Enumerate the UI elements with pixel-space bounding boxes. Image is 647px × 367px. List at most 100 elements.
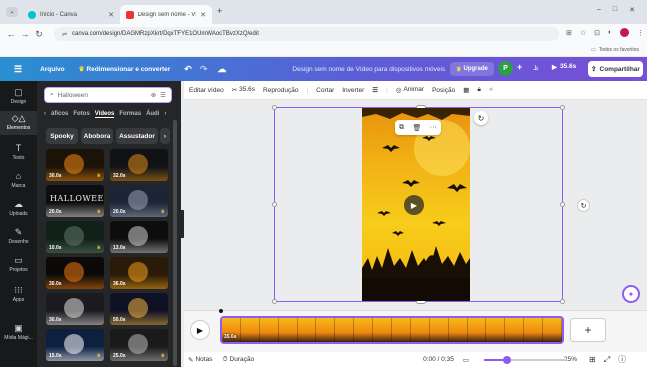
timeline-play-button[interactable]: ▶ xyxy=(190,320,210,340)
help-icon[interactable]: ⓘ xyxy=(618,354,626,365)
menu-icon[interactable]: ☰ xyxy=(14,64,22,75)
video-thumbnail[interactable]: 50.0s xyxy=(110,293,168,325)
url-field[interactable]: ⇌ canva.com/design/DAGMRzpXkrt/DqxTFYE1O… xyxy=(54,27,559,41)
rail-brand[interactable]: ⌂ Marca xyxy=(0,171,37,193)
close-icon[interactable]: ✕ xyxy=(108,11,114,19)
forward-arrow-icon[interactable]: → xyxy=(18,29,32,39)
trash-icon[interactable]: 🗑 xyxy=(413,124,422,132)
video-thumbnail[interactable]: 25.0s ♛ xyxy=(110,329,168,361)
reload-icon[interactable]: ↻ xyxy=(32,29,46,40)
upgrade-button[interactable]: ♛ Upgrade xyxy=(450,62,494,76)
user-avatar[interactable]: P xyxy=(498,61,513,76)
video-thumbnail[interactable]: 36.0s xyxy=(110,257,168,289)
redo-icon[interactable]: ↷ xyxy=(200,64,208,75)
rail-projects[interactable]: ▭ Projetos xyxy=(0,255,37,277)
tabs-next-icon[interactable]: › xyxy=(164,111,166,117)
playhead-marker[interactable] xyxy=(219,309,223,313)
tab-shapes[interactable]: Formas xyxy=(119,111,141,117)
resize-handle-tl[interactable] xyxy=(272,105,277,110)
playback-button[interactable]: Reprodução xyxy=(263,87,298,94)
chip-abobora[interactable]: Abobora xyxy=(81,128,113,144)
invite-button[interactable]: + xyxy=(517,62,522,72)
clear-icon[interactable]: ⊗ xyxy=(151,91,156,99)
resize-handle-r[interactable] xyxy=(560,202,565,207)
transparency-icon[interactable]: ▦ xyxy=(463,86,469,94)
chip-spooky[interactable]: Spooky xyxy=(46,128,78,144)
resize-handle-l[interactable] xyxy=(272,202,277,207)
back-arrow-icon[interactable]: ← xyxy=(4,29,18,39)
design-title[interactable]: Design sem nome de Vídeo para dispositiv… xyxy=(292,66,445,73)
duplicate-icon[interactable]: ⧉ xyxy=(399,124,404,132)
edit-video-button[interactable]: Editar vídeo xyxy=(189,87,224,94)
position-button[interactable]: Posição xyxy=(432,87,455,94)
rail-text[interactable]: T Texto xyxy=(0,143,37,165)
lock-icon[interactable]: 🔒︎ xyxy=(477,86,480,94)
tab-videos[interactable]: Vídeos xyxy=(94,111,115,118)
video-thumbnail[interactable]: 30.0s xyxy=(46,257,104,289)
screen-icon[interactable]: ▭ xyxy=(463,356,469,364)
trim-button[interactable]: ✂ 35.6s xyxy=(232,86,255,94)
video-thumbnail[interactable]: HALLOWEEN 20.0s ♛ xyxy=(46,185,104,217)
duration-button[interactable]: ⏱︎ Duração xyxy=(222,356,254,364)
video-clip-strip[interactable] xyxy=(220,316,564,344)
extensions-icon[interactable]: ⊡ xyxy=(594,29,600,37)
style-icon[interactable]: ⟡ xyxy=(489,86,493,94)
flip-button[interactable]: Inverter xyxy=(342,87,364,94)
video-thumbnail[interactable]: 30.0s ♛ xyxy=(46,149,104,181)
translate-icon[interactable]: ⊞ xyxy=(566,29,572,37)
fullscreen-icon[interactable]: ⤢ xyxy=(604,355,610,365)
resize-button[interactable]: Redimensionar e converter xyxy=(86,66,170,73)
notes-button[interactable]: ✎ Notas xyxy=(188,356,212,364)
crop-button[interactable]: Cortar xyxy=(316,87,334,94)
magic-assistant-button[interactable]: ✦ xyxy=(622,285,640,303)
close-icon[interactable]: ✕ xyxy=(200,11,206,19)
video-thumbnail[interactable]: 15.0s ♛ xyxy=(46,329,104,361)
profile-avatar[interactable] xyxy=(620,28,630,37)
rail-draw[interactable]: ✎ Desenho xyxy=(0,227,37,249)
resize-handle-bl[interactable] xyxy=(272,299,277,304)
rotate-handle[interactable]: ↻ xyxy=(474,111,488,125)
tab-audio[interactable]: Áudi xyxy=(146,111,159,117)
tab-inicio[interactable]: Início - Canva ✕ xyxy=(22,5,120,24)
resize-handle-br[interactable] xyxy=(560,299,565,304)
video-thumbnail[interactable]: 30.0s xyxy=(46,293,104,325)
tabs-prev-icon[interactable]: ‹ xyxy=(44,111,46,117)
site-info-icon[interactable]: ⇌ xyxy=(62,31,67,38)
file-menu[interactable]: Arquivo xyxy=(40,66,65,73)
add-page-button[interactable]: + xyxy=(570,318,606,342)
tab-search-button[interactable]: ⌄ xyxy=(6,7,18,17)
rail-elements[interactable]: ◇△ Elementos xyxy=(0,111,37,135)
border-style-icon[interactable]: ☰ xyxy=(372,86,378,94)
filter-icon[interactable]: ☰ xyxy=(160,91,166,99)
all-bookmarks-link[interactable]: Todos os favoritos xyxy=(599,47,639,53)
video-thumbnail[interactable]: 32.0s xyxy=(110,149,168,181)
analytics-icon[interactable]: ⫡ xyxy=(533,63,538,73)
more-options-icon[interactable]: ··· xyxy=(430,124,437,131)
undo-icon[interactable]: ↶ xyxy=(184,64,192,75)
rail-design[interactable]: ▢ Design xyxy=(0,87,37,109)
maximize-button[interactable]: □ xyxy=(613,6,617,14)
tab-design[interactable]: Design sem nome - Vídeo para ✕ xyxy=(120,5,212,24)
video-play-button[interactable]: ▶ xyxy=(404,195,424,215)
rail-apps[interactable]: ⁝⁝⁝ Apps xyxy=(0,285,37,307)
panel-scrollbar[interactable] xyxy=(173,120,177,366)
rail-uploads[interactable]: ☁ Uploads xyxy=(0,199,37,221)
tab-photos[interactable]: Fotos xyxy=(73,111,89,117)
chips-next-icon[interactable]: › xyxy=(160,128,170,144)
cloud-save-icon[interactable]: ☁ xyxy=(217,64,226,75)
present-button[interactable]: ▶ 35.6s xyxy=(552,63,576,71)
new-tab-button[interactable]: + xyxy=(217,6,222,16)
minimize-button[interactable]: – xyxy=(597,6,601,14)
close-window-button[interactable]: ✕ xyxy=(629,6,635,14)
profile-icon[interactable]: ◐ xyxy=(608,29,612,36)
share-button[interactable]: ⇪ Compartilhar xyxy=(588,61,643,77)
star-icon[interactable]: ☆ xyxy=(580,29,586,37)
resize-handle-tr[interactable] xyxy=(560,105,565,110)
grid-view-icon[interactable]: ⊞ xyxy=(589,355,596,364)
refresh-suggestion-button[interactable]: ↻ xyxy=(577,199,590,212)
more-icon[interactable]: ⋮ xyxy=(637,29,644,37)
rail-magic-media[interactable]: ▣ Mídia Mági... xyxy=(0,323,37,345)
tab-graphics[interactable]: áficos xyxy=(51,111,68,117)
video-thumbnail[interactable]: 10.0s ♛ xyxy=(46,221,104,253)
zoom-slider-knob[interactable] xyxy=(503,356,511,364)
